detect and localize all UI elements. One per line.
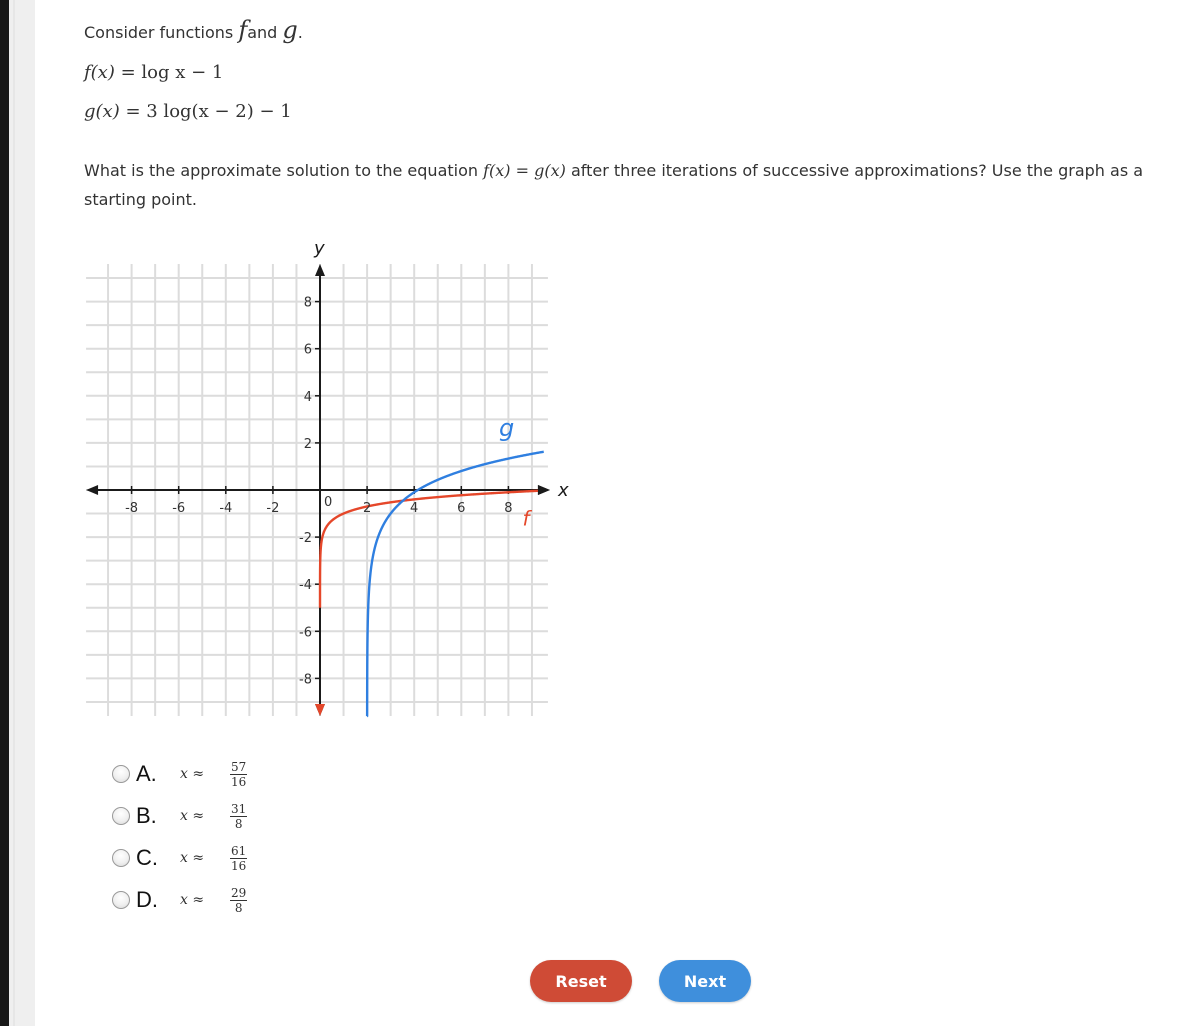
x-tick-label: -8	[125, 501, 138, 516]
x-tick-label: 2	[363, 501, 371, 516]
fraction: 31 8	[230, 801, 248, 831]
left-gutter	[9, 0, 35, 1026]
g-symbol: g	[282, 16, 298, 44]
x-axis-left-arrow	[86, 485, 99, 495]
y-axis-up-arrow	[315, 264, 325, 277]
reset-button[interactable]: Reset	[530, 960, 632, 1002]
x-tick-label: -4	[219, 501, 232, 516]
choice-a[interactable]: A. x ≈ 57 16	[112, 754, 248, 794]
radio-c[interactable]	[112, 849, 130, 867]
radio-a[interactable]	[112, 765, 130, 783]
x-tick-label: 8	[504, 501, 512, 516]
y-tick-label: -4	[299, 578, 312, 593]
x-axis-label: x	[557, 480, 569, 501]
window-edge	[0, 0, 9, 1026]
next-button[interactable]: Next	[659, 960, 751, 1002]
g-curve-label: g	[499, 414, 514, 442]
x-tick-label: -6	[172, 501, 185, 516]
y-tick-label: -6	[299, 625, 312, 640]
intro-text: Consider functions fand g.	[84, 16, 303, 44]
question-equation: f(x) = g(x)	[483, 161, 566, 180]
y-tick-label: -8	[299, 672, 312, 687]
fraction: 57 16	[230, 759, 248, 789]
g-equation: g(x) = 3 log(x − 2) − 1	[84, 101, 292, 122]
fraction: 29 8	[230, 885, 248, 915]
origin-label: 0	[324, 495, 332, 510]
f-equation: f(x) = log x − 1	[84, 62, 224, 83]
radio-d[interactable]	[112, 891, 130, 909]
x-tick-label: -2	[266, 501, 279, 516]
y-tick-label: 2	[304, 437, 312, 452]
y-axis-label: y	[313, 238, 325, 259]
f-symbol: f	[238, 16, 248, 44]
y-tick-label: 8	[304, 296, 312, 311]
question-text: What is the approximate solution to the …	[84, 161, 1144, 209]
graph-canvas: -8 -6 -4 -2 2 4 6 88642-2-4-6-80xygf	[86, 238, 569, 718]
labels: -8 -6 -4 -2 2 4 6 88642-2-4-6-80xygf	[125, 238, 569, 687]
f-down-arrow	[315, 703, 325, 716]
y-tick-label: -2	[299, 531, 312, 546]
x-tick-label: 4	[410, 501, 418, 516]
choice-d[interactable]: D. x ≈ 29 8	[112, 880, 248, 920]
x-tick-label: 6	[457, 501, 465, 516]
radio-b[interactable]	[112, 807, 130, 825]
choice-b[interactable]: B. x ≈ 31 8	[112, 796, 248, 836]
choice-c[interactable]: C. x ≈ 61 16	[112, 838, 248, 878]
fraction: 61 16	[230, 843, 248, 873]
y-tick-label: 4	[304, 390, 312, 405]
x-arrow-overlay	[537, 485, 550, 495]
function-graph: -8 -6 -4 -2 2 4 6 8 8 6 4 2 -2 -4 -6 -8 0 x y g f	[84, 225, 584, 729]
y-tick-label: 6	[304, 343, 312, 358]
